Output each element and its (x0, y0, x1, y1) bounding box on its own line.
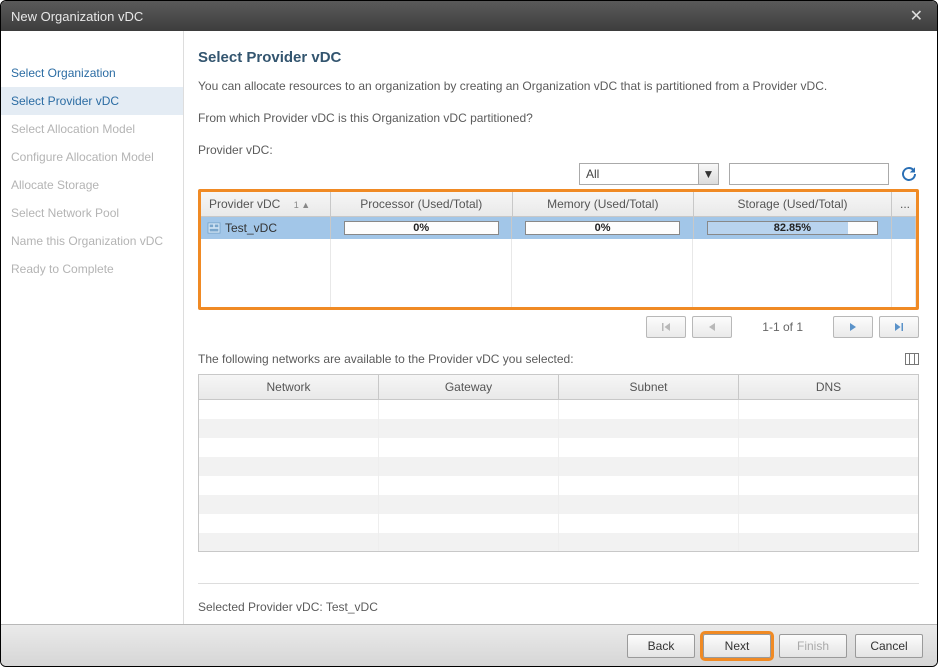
processor-progress-text: 0% (413, 222, 429, 234)
table-row (199, 476, 918, 495)
col-subnet[interactable]: Subnet (559, 375, 739, 399)
pager-text: 1-1 of 1 (762, 320, 803, 334)
step-select-allocation-model: Select Allocation Model (1, 115, 183, 143)
main-panel: Select Provider vDC You can allocate res… (184, 31, 937, 624)
step-select-network-pool: Select Network Pool (1, 199, 183, 227)
dialog-title: New Organization vDC (11, 9, 143, 24)
col-provider-vdc[interactable]: Provider vDC 1 ▲ (201, 192, 331, 216)
pager: 1-1 of 1 (198, 310, 919, 352)
storage-progress-text: 82.85% (774, 222, 811, 234)
refresh-button[interactable] (899, 164, 919, 184)
page-title: Select Provider vDC (198, 49, 919, 66)
selected-provider-value: Test_vDC (326, 600, 378, 614)
finish-button: Finish (779, 634, 847, 658)
step-allocate-storage: Allocate Storage (1, 171, 183, 199)
titlebar: New Organization vDC ✕ (1, 1, 937, 31)
storage-progress: 82.85% (707, 221, 877, 235)
step-select-provider-vdc[interactable]: Select Provider vDC (1, 87, 183, 115)
col-more[interactable]: ... (892, 192, 916, 216)
pager-last-icon (893, 321, 905, 333)
col-dns[interactable]: DNS (739, 375, 918, 399)
step-name-org-vdc: Name this Organization vDC (1, 227, 183, 255)
table-row (199, 419, 918, 438)
step-ready-to-complete: Ready to Complete (1, 255, 183, 283)
wizard-steps-sidebar: Select Organization Select Provider vDC … (1, 31, 184, 624)
close-icon[interactable]: ✕ (906, 6, 927, 26)
dialog-body: Select Organization Select Provider vDC … (1, 31, 937, 624)
table-row (199, 533, 918, 551)
table-row (199, 400, 918, 419)
col-gateway[interactable]: Gateway (379, 375, 559, 399)
pager-next-icon (848, 321, 858, 333)
networks-label: The following networks are available to … (198, 352, 574, 366)
table-row (199, 438, 918, 457)
memory-progress: 0% (525, 221, 680, 235)
col-processor[interactable]: Processor (Used/Total) (331, 192, 513, 216)
chevron-down-icon: ▼ (698, 164, 718, 184)
search-input[interactable] (729, 163, 889, 185)
col-network[interactable]: Network (199, 375, 379, 399)
networks-table-body (199, 400, 918, 551)
page-question: From which Provider vDC is this Organiza… (198, 111, 919, 125)
dialog-new-org-vdc: New Organization vDC ✕ Select Organizati… (0, 0, 938, 667)
table-row (199, 457, 918, 476)
col-provider-vdc-label: Provider vDC (209, 197, 280, 211)
networks-label-row: The following networks are available to … (198, 352, 919, 366)
col-storage[interactable]: Storage (Used/Total) (694, 192, 892, 216)
empty-rows (201, 239, 916, 307)
cell-storage: 82.85% (694, 217, 892, 239)
step-configure-allocation-model: Configure Allocation Model (1, 143, 183, 171)
networks-table-header: Network Gateway Subnet DNS (199, 375, 918, 400)
memory-progress-text: 0% (595, 222, 611, 234)
table-row[interactable]: Test_vDC 0% 0% (201, 217, 916, 239)
pager-last-button[interactable] (879, 316, 919, 338)
filter-row: All ▼ (198, 163, 919, 185)
cell-memory: 0% (512, 217, 693, 239)
processor-progress: 0% (344, 221, 499, 235)
table-row (199, 495, 918, 514)
filter-dropdown-value: All (580, 164, 698, 184)
selected-provider-line: Selected Provider vDC: Test_vDC (198, 583, 919, 624)
vdc-icon (207, 222, 221, 234)
pager-next-button[interactable] (833, 316, 873, 338)
back-button[interactable]: Back (627, 634, 695, 658)
cancel-button[interactable]: Cancel (855, 634, 923, 658)
provider-table-body: Test_vDC 0% 0% (201, 217, 916, 307)
step-select-organization[interactable]: Select Organization (1, 59, 183, 87)
pager-first-icon (660, 321, 672, 333)
filter-dropdown[interactable]: All ▼ (579, 163, 719, 185)
dialog-footer: Back Next Finish Cancel (1, 624, 937, 666)
sort-indicator: 1 ▲ (294, 200, 310, 210)
columns-icon[interactable] (905, 353, 919, 365)
provider-table-header: Provider vDC 1 ▲ Processor (Used/Total) … (201, 192, 916, 217)
refresh-icon (900, 165, 918, 183)
page-description: You can allocate resources to an organiz… (198, 78, 919, 95)
cell-more (892, 217, 916, 239)
cell-provider-name: Test_vDC (201, 217, 331, 239)
networks-table: Network Gateway Subnet DNS (198, 374, 919, 552)
provider-vdc-label: Provider vDC: (198, 143, 919, 157)
col-memory[interactable]: Memory (Used/Total) (513, 192, 695, 216)
pager-prev-button[interactable] (692, 316, 732, 338)
provider-vdc-table: Provider vDC 1 ▲ Processor (Used/Total) … (198, 189, 919, 310)
next-button[interactable]: Next (703, 634, 771, 658)
table-row (199, 514, 918, 533)
pager-first-button[interactable] (646, 316, 686, 338)
pager-prev-icon (707, 321, 717, 333)
cell-provider-name-text: Test_vDC (225, 221, 277, 235)
selected-provider-label: Selected Provider vDC: (198, 600, 323, 614)
cell-processor: 0% (331, 217, 512, 239)
